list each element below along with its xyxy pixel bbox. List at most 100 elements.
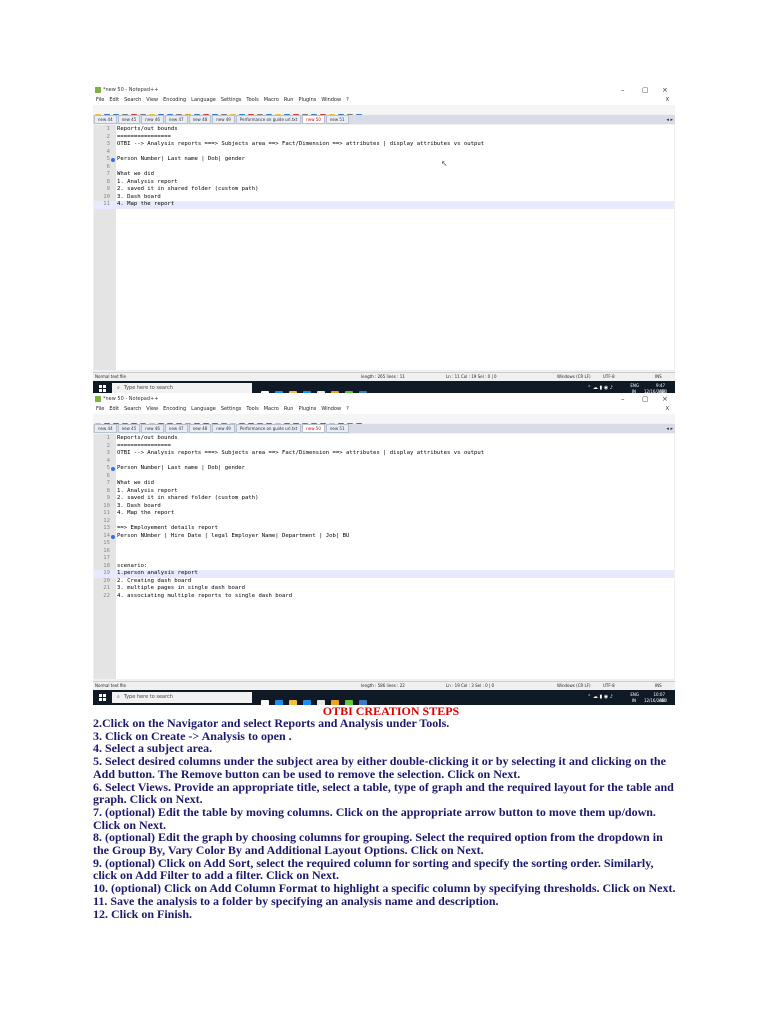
window-title: *new 50 - Notepad++: [103, 87, 159, 93]
line-number: 7: [106, 480, 110, 486]
bookmark-icon[interactable]: [111, 467, 115, 471]
file-tab[interactable]: new 44: [94, 115, 117, 124]
windows-taskbar: ⌕ Type here to search ⌃ ☁ ▮ ◉ ♪ ENG IN 10:07 …: [93, 690, 675, 705]
menu-close-icon[interactable]: X: [666, 96, 669, 105]
menu-item[interactable]: Plugins: [298, 97, 316, 103]
file-tab[interactable]: new 46: [141, 115, 164, 124]
menu-item[interactable]: Encoding: [163, 406, 186, 412]
file-tab[interactable]: new 45: [117, 424, 141, 433]
line-number: 12: [103, 517, 110, 524]
editor-line: 1 Reports/out bounds: [94, 126, 674, 134]
line-text: 3. Dash board: [117, 193, 161, 200]
editor-line: 3 OTBI --> Analysis reports ===> Subjects…: [94, 450, 674, 458]
menu-item[interactable]: Macro: [264, 97, 279, 103]
editor-line: 10 3. Dash board: [94, 194, 674, 202]
file-tab[interactable]: new 47: [164, 424, 188, 433]
menu-item[interactable]: View: [146, 97, 158, 103]
editor-line: 6: [94, 164, 674, 172]
line-number: 10: [103, 193, 110, 200]
step-item: 2.Click on the Navigator and select Repo…: [93, 716, 450, 730]
file-tab[interactable]: new 45: [117, 115, 141, 124]
menu-item[interactable]: Language: [191, 406, 216, 412]
menu-item[interactable]: Macro: [264, 406, 279, 412]
menu-item[interactable]: Plugins: [298, 406, 316, 412]
close-icon[interactable]: ×: [662, 393, 668, 405]
file-tab[interactable]: new 49: [212, 115, 235, 124]
windows-start-icon[interactable]: [99, 385, 106, 392]
editor-line: 2 ================: [94, 443, 674, 451]
file-tab[interactable]: new 50: [302, 115, 325, 124]
line-text: 3. multiple pages in single dash board: [117, 585, 245, 591]
line-number: 4: [106, 457, 110, 464]
bookmark-icon[interactable]: [111, 534, 115, 539]
menu-item[interactable]: File: [96, 97, 104, 103]
tab-scroll-arrows-icon[interactable]: ◂ ▸: [666, 116, 673, 125]
editor-area[interactable]: 1 Reports/out bounds 2 ================ 3 OTB…: [94, 125, 674, 370]
minimize-icon[interactable]: –: [621, 84, 625, 96]
file-tab[interactable]: new 49: [212, 424, 235, 433]
menu-item[interactable]: Edit: [109, 406, 119, 412]
line-text: 1. Analysis report: [117, 178, 178, 185]
status-length: length : 265 lines : 11: [361, 374, 405, 379]
menu-item[interactable]: View: [146, 406, 158, 412]
editor-line: 6: [94, 473, 674, 481]
menu-item[interactable]: Tools: [246, 97, 258, 103]
editor-line: 14 Person NUmber | Hire Date | legal Empl…: [94, 533, 674, 541]
menu-item[interactable]: Edit: [109, 97, 119, 103]
minimize-icon[interactable]: –: [621, 393, 625, 405]
menu-item[interactable]: Tools: [246, 406, 258, 412]
close-icon[interactable]: ×: [662, 84, 668, 96]
menu-item[interactable]: Language: [191, 97, 216, 103]
line-number: 1: [106, 435, 110, 441]
menu-close-icon[interactable]: X: [666, 405, 669, 414]
tray-icons[interactable]: ⌃ ☁ ▮ ◉ ♪: [587, 694, 613, 700]
status-eol: Windows (CR LF): [557, 683, 591, 688]
file-tab[interactable]: new 50: [302, 424, 325, 433]
editor-line: 16: [94, 548, 674, 556]
bookmark-icon[interactable]: [111, 158, 115, 162]
menu-item[interactable]: ?: [346, 406, 349, 412]
file-tab[interactable]: new 46: [141, 424, 164, 433]
line-number: 21: [103, 585, 110, 591]
file-tab[interactable]: new 51: [325, 424, 349, 433]
file-tab[interactable]: new 48: [188, 424, 212, 433]
menu-item[interactable]: Run: [284, 406, 294, 412]
editor-area[interactable]: 1 Reports/out bounds 2 ================ 3 OTB…: [94, 434, 674, 679]
tab-scroll-arrows-icon[interactable]: ◂ ▸: [666, 425, 673, 434]
notepad-app-icon: [95, 396, 101, 402]
tray-icons[interactable]: ⌃ ☁ ▮ ◉ ♪: [587, 385, 613, 391]
file-tab[interactable]: new 44: [94, 424, 117, 433]
menu-item[interactable]: Run: [284, 97, 294, 103]
menu-item[interactable]: Search: [124, 406, 141, 412]
file-tab[interactable]: new 51: [325, 115, 349, 124]
window-titlebar: *new 50 - Notepad++ – ▢ ×: [93, 84, 675, 96]
maximize-icon[interactable]: ▢: [642, 84, 649, 96]
line-number: 5: [106, 156, 110, 162]
notepad-screenshot-1: *new 50 - Notepad++ – ▢ × File Edit Search View…: [93, 84, 675, 396]
tab-strip: new 44 new 45 new 46 new 47 new 48 new 49 Perf…: [93, 424, 675, 433]
menu-item[interactable]: Window: [321, 97, 341, 103]
menu-item[interactable]: File: [96, 406, 104, 412]
windows-start-icon[interactable]: [99, 694, 106, 701]
maximize-icon[interactable]: ▢: [642, 393, 649, 405]
notepad-screenshot-2: *new 50 - Notepad++ – ▢ × File Edit Search View…: [93, 393, 675, 705]
line-number: 15: [103, 540, 110, 546]
menu-item[interactable]: Settings: [221, 406, 242, 412]
line-text: What we did: [117, 171, 155, 177]
menu-item[interactable]: Encoding: [163, 97, 186, 103]
file-tab[interactable]: Performance on guide url.txt: [235, 424, 302, 433]
file-tab[interactable]: new 48: [188, 115, 212, 124]
menu-item[interactable]: Search: [124, 97, 141, 103]
file-tab[interactable]: new 47: [164, 115, 188, 124]
line-text: 3. Dash board: [117, 502, 161, 509]
line-text: 2. saved it in shared folder (custom pat…: [117, 186, 259, 192]
toolbar: [93, 105, 675, 120]
menu-item[interactable]: ?: [346, 97, 349, 103]
menu-item[interactable]: Window: [321, 406, 341, 412]
file-tab[interactable]: Performance on guide url.txt: [235, 115, 302, 124]
menu-item[interactable]: Settings: [221, 97, 242, 103]
taskbar-search-box[interactable]: ⌕ Type here to search: [112, 692, 252, 703]
line-text: Person NUmber | Hire Date | legal Employ…: [117, 532, 350, 539]
steps-list: 2.Click on the Navigator and select Repo…: [93, 717, 678, 920]
editor-line: 19 1.person analysis report: [94, 570, 674, 578]
